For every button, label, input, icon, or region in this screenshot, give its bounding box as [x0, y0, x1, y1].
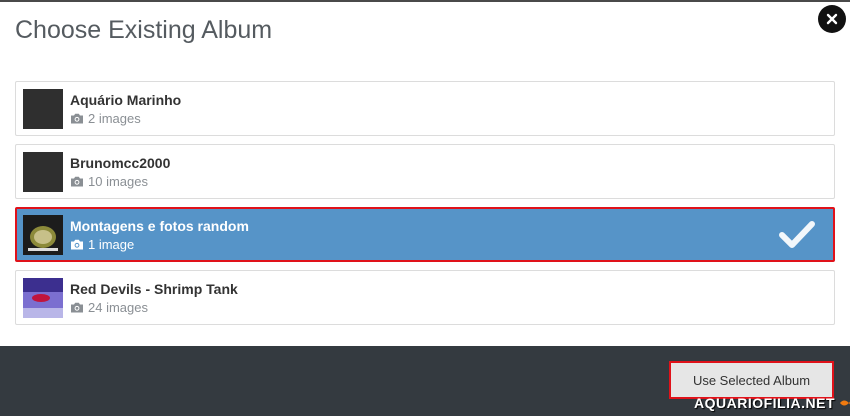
album-thumbnail [23, 152, 63, 192]
album-name: Montagens e fotos random [70, 218, 249, 234]
fish-icon [840, 400, 850, 406]
album-thumbnail [23, 215, 63, 255]
backdrop-strip [0, 0, 850, 2]
thumbnail-image [23, 278, 63, 318]
album-image-count: 2 images [70, 111, 141, 126]
album-item[interactable]: Brunomcc2000 10 images [15, 144, 835, 199]
use-selected-album-button[interactable]: Use Selected Album [669, 361, 834, 399]
checkmark-icon [779, 221, 815, 248]
album-item[interactable]: Aquário Marinho 2 images [15, 81, 835, 136]
album-list: Aquário Marinho 2 images Brunomcc2000 10… [15, 81, 835, 333]
album-thumbnail [23, 278, 63, 318]
album-item[interactable]: Red Devils - Shrimp Tank 24 images [15, 270, 835, 325]
album-image-count: 1 image [70, 237, 134, 252]
album-name: Brunomcc2000 [70, 155, 171, 171]
close-button[interactable] [818, 5, 846, 33]
camera-icon [71, 113, 83, 124]
album-item-selected[interactable]: Montagens e fotos random 1 image [15, 207, 835, 262]
modal-title: Choose Existing Album [15, 16, 273, 44]
album-image-count: 10 images [70, 174, 148, 189]
thumbnail-image [23, 215, 63, 255]
album-name: Red Devils - Shrimp Tank [70, 281, 238, 297]
album-image-count: 24 images [70, 300, 148, 315]
camera-icon [71, 176, 83, 187]
album-thumbnail [23, 89, 63, 129]
album-name: Aquário Marinho [70, 92, 182, 108]
close-icon [826, 13, 838, 25]
camera-icon [71, 302, 83, 313]
watermark: AQUARIOFILIA.NET [694, 395, 850, 411]
camera-icon [71, 239, 83, 250]
